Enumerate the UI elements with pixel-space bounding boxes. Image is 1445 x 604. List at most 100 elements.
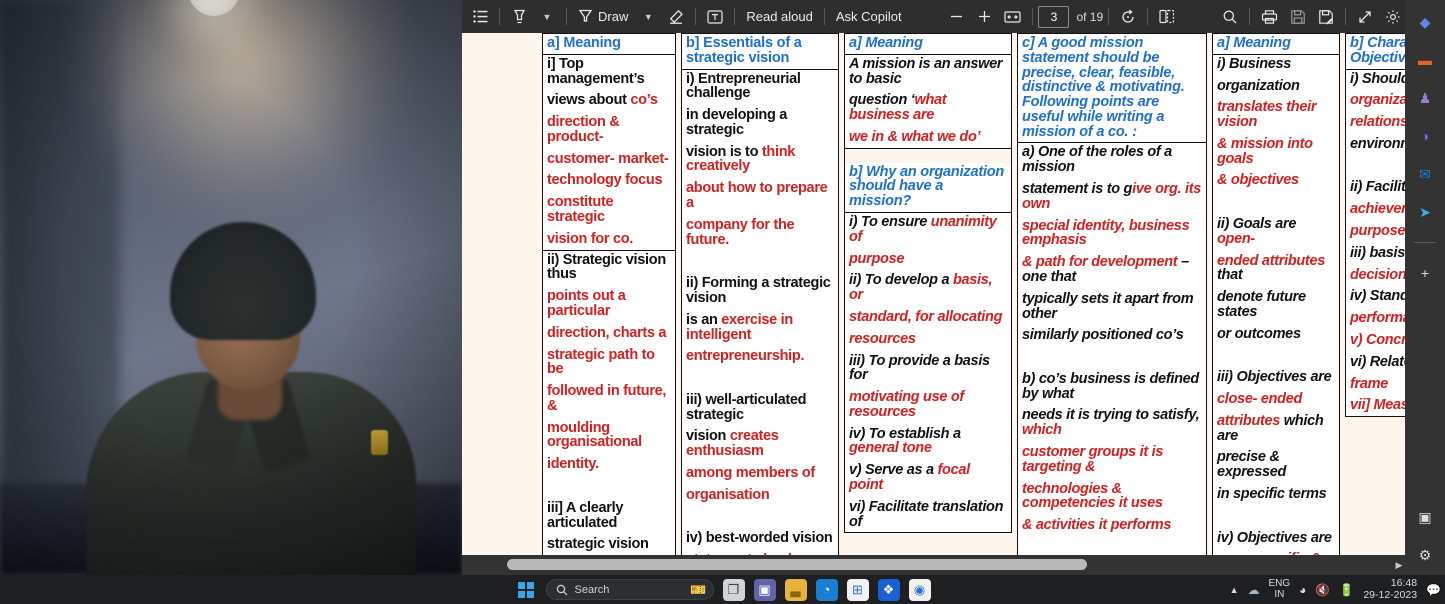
notes-column: a] Meaning A mission is an answer to basi… xyxy=(844,33,1012,534)
notes-span: vi) Relate xyxy=(1350,353,1407,370)
read-aloud-button[interactable]: Read aloud xyxy=(740,3,819,30)
volume-muted-icon[interactable]: 🔇 xyxy=(1315,583,1330,597)
notes-span: points out a particular xyxy=(547,288,626,319)
notes-text: a) One of the roles of a mission statemen… xyxy=(1022,145,1202,555)
printer-icon xyxy=(1261,9,1278,25)
notes-column: b] Essentials of a strategic vision i) En… xyxy=(681,33,839,555)
shopping-tag-icon[interactable]: ◆ xyxy=(1413,10,1437,34)
system-tray: ▲ ☁ ENG IN ◕ 🔇 🔋 16:48 29-12-2023 💬 xyxy=(1230,578,1441,600)
wifi-icon[interactable]: ◕ xyxy=(1299,583,1306,597)
clock[interactable]: 16:48 29-12-2023 xyxy=(1363,578,1417,600)
taskbar-search-box[interactable]: Search 🎫 xyxy=(545,579,714,600)
search-icon xyxy=(556,584,568,596)
notes-line: similarly positioned co’s xyxy=(1022,328,1202,343)
draw-options-button[interactable]: ▼ xyxy=(634,3,662,30)
notes-span: technologies & competencies it uses xyxy=(1022,480,1163,512)
microsoft-store-icon[interactable]: ⊞ xyxy=(846,578,869,601)
add-text-button[interactable] xyxy=(701,3,729,30)
notes-line: strategic path to be xyxy=(547,347,671,378)
notes-span: views about xyxy=(547,92,631,109)
column-gap xyxy=(845,148,1011,163)
notes-span: frame xyxy=(1350,375,1388,392)
onedrive-icon[interactable]: ☁ xyxy=(1248,583,1260,597)
file-explorer-icon[interactable]: ▃ xyxy=(784,578,807,601)
notes-line: organisation xyxy=(686,487,834,503)
webcam-video-region xyxy=(0,0,462,575)
notes-span: needs it is trying to satisfy, xyxy=(1022,407,1200,424)
microsoft-edge-icon[interactable]: ◔ xyxy=(815,578,838,601)
copilot-icon[interactable]: ◑ xyxy=(1413,124,1437,148)
notes-cell: i) To ensure unanimity of purpose ii) To d… xyxy=(845,213,1011,532)
add-tool-icon[interactable]: + xyxy=(1413,261,1437,285)
notes-line: i) To ensure unanimity of xyxy=(849,215,1007,245)
show-hidden-icons-button[interactable]: ▲ xyxy=(1230,585,1239,595)
start-button[interactable] xyxy=(515,579,537,601)
zoom-out-button[interactable] xyxy=(942,3,970,30)
toolbar-divider xyxy=(734,8,736,25)
notes-line xyxy=(547,479,671,494)
notes-line: vision is to think creatively xyxy=(686,144,834,175)
teams-icon[interactable]: ▣ xyxy=(753,578,776,601)
briefcase-icon[interactable]: ▬ xyxy=(1413,48,1437,72)
notes-span: special identity, business emphasis xyxy=(1022,217,1190,249)
games-icon[interactable]: ♟ xyxy=(1413,86,1437,110)
horizontal-scrollbar[interactable]: ▶ xyxy=(462,555,1407,575)
notes-line: vii] Meas xyxy=(1350,398,1407,413)
list-icon xyxy=(472,10,488,23)
zoom-in-button[interactable] xyxy=(970,3,998,30)
notes-span: ii) To develop a xyxy=(849,272,953,289)
erase-button[interactable] xyxy=(662,3,690,30)
save-as-button[interactable] xyxy=(1312,3,1340,30)
page-number-input[interactable]: 3 xyxy=(1038,5,1070,28)
find-button[interactable] xyxy=(1216,3,1244,30)
language-indicator[interactable]: ENG IN xyxy=(1269,578,1291,600)
rotate-button[interactable] xyxy=(1114,3,1142,30)
notes-line: vision for co. xyxy=(547,231,671,247)
column-header-cell: a] Meaning xyxy=(845,34,1011,55)
ask-copilot-button[interactable]: Ask Copilot xyxy=(830,3,908,30)
table-of-contents-button[interactable] xyxy=(466,3,494,30)
save-button[interactable] xyxy=(1284,3,1312,30)
notes-text: A mission is an answer to basic question … xyxy=(849,56,1007,145)
highlighter-button[interactable] xyxy=(505,3,533,30)
horizontal-scroll-track[interactable] xyxy=(462,555,1391,575)
pdf-document-viewport[interactable]: a] Meaning i] Top management’s views about… xyxy=(462,33,1407,555)
notes-cell: a) One of the roles of a mission statemen… xyxy=(1018,143,1206,555)
fullscreen-button[interactable] xyxy=(1351,3,1379,30)
battery-icon[interactable]: 🔋 xyxy=(1339,583,1354,597)
notes-line: we in & what we do’ xyxy=(849,130,1007,145)
google-chrome-icon[interactable]: ◉ xyxy=(908,578,931,601)
notes-line: iii) well-articulated strategic xyxy=(686,393,834,423)
task-view-icon[interactable]: ❐ xyxy=(722,578,745,601)
notes-text: i] Top management’s views about co’s direc… xyxy=(547,56,671,247)
notes-line: question ‘what business are xyxy=(849,93,1007,123)
settings-gear-icon[interactable]: ⚙ xyxy=(1413,543,1437,567)
notes-line xyxy=(1022,350,1202,365)
notification-icon[interactable]: 💬 xyxy=(1426,583,1441,597)
notes-text: i) Should organizat relationsh environm ii)… xyxy=(1350,71,1407,414)
notes-line: entrepreneurship. xyxy=(686,349,834,364)
dropbox-icon[interactable]: ❖ xyxy=(877,578,900,601)
settings-button[interactable] xyxy=(1379,3,1407,30)
pdf-toolbar: ▼ Draw ▼ Read aloud Ask Copilot 3 of 19 xyxy=(462,0,1407,33)
telegram-icon[interactable]: ➤ xyxy=(1413,200,1437,224)
page-layout-button[interactable] xyxy=(1153,3,1181,30)
notes-line: attributes which are xyxy=(1217,413,1335,444)
column-header-cell: b] Essentials of a strategic vision xyxy=(682,34,838,70)
horizontal-scroll-thumb[interactable] xyxy=(507,559,1087,570)
fit-page-button[interactable] xyxy=(998,3,1027,30)
notes-span: in specific terms xyxy=(1217,485,1327,502)
highlighter-options-button[interactable]: ▼ xyxy=(533,3,561,30)
notes-span: we in & what we do’ xyxy=(849,128,981,145)
draw-button[interactable]: Draw xyxy=(572,3,634,30)
notes-span: & mission into goals xyxy=(1217,135,1313,167)
notes-line: ended attributes that xyxy=(1217,253,1335,284)
notes-span: in developing a strategic xyxy=(686,107,788,138)
notes-span: close- ended xyxy=(1217,391,1303,408)
print-button[interactable] xyxy=(1255,3,1284,30)
notes-line: purpose xyxy=(1350,224,1407,239)
notes-span: direction & product- xyxy=(547,114,620,145)
notes-span: identity. xyxy=(547,456,599,473)
outlook-icon[interactable]: ✉ xyxy=(1413,162,1437,186)
split-screen-icon[interactable]: ▣ xyxy=(1413,505,1437,529)
